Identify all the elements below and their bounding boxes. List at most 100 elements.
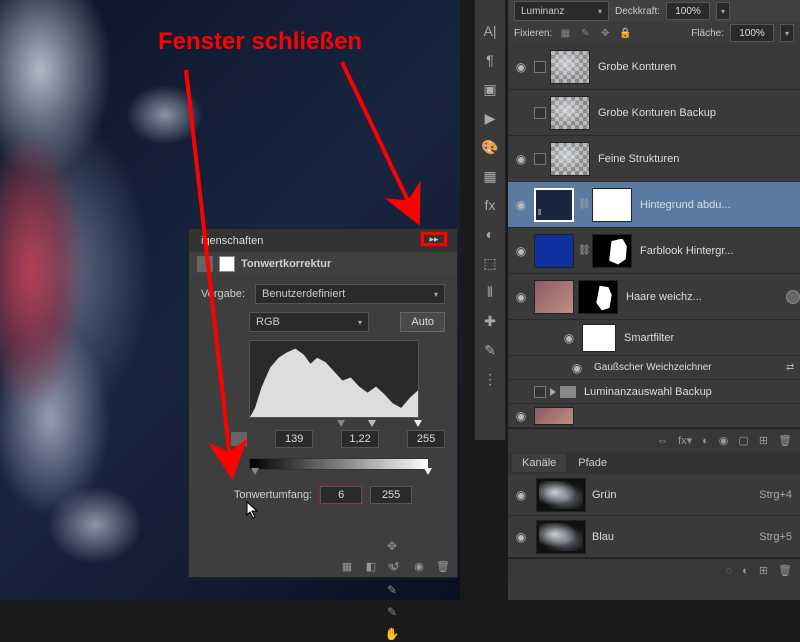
trash-icon[interactable]: 🗑 (778, 564, 792, 577)
visibility-toggle[interactable]: ◉ (560, 331, 578, 345)
output-slider[interactable] (249, 470, 429, 478)
output-black-field[interactable]: 6 (320, 486, 362, 504)
opacity-arrow[interactable]: ▾ (716, 2, 730, 20)
layer-row[interactable]: ◉ ⫴ ⛓ Hintegrund abdu... (508, 182, 800, 228)
expand-icon[interactable] (550, 388, 556, 396)
layer-thumb[interactable] (550, 96, 590, 130)
layer-row[interactable]: ◉ Grobe Konturen (508, 44, 800, 90)
output-white-handle[interactable] (424, 468, 432, 475)
navigator-icon[interactable]: ⬚ (480, 254, 500, 272)
output-white-field[interactable]: 255 (370, 486, 412, 504)
layer-name[interactable]: Hintegrund abdu... (636, 199, 800, 211)
lock-position-icon[interactable]: ✥ (598, 26, 612, 40)
visibility-toggle[interactable]: ◉ (512, 290, 530, 304)
group-icon[interactable]: ▢ (738, 434, 748, 447)
trash-icon[interactable]: 🗑 (435, 559, 451, 573)
link-icon[interactable]: ⛓ (578, 199, 588, 210)
mask-add-icon[interactable]: ◐ (702, 435, 709, 447)
layer-checkbox[interactable] (534, 153, 546, 165)
mask-thumb[interactable] (592, 234, 632, 268)
visibility-toggle[interactable]: ◉ (512, 488, 530, 502)
channel-thumb[interactable] (536, 478, 586, 512)
channel-thumb[interactable] (536, 520, 586, 554)
adjustment-thumb[interactable] (534, 234, 574, 268)
layer-row[interactable]: ◉ Haare weichz... (508, 274, 800, 320)
visibility-toggle[interactable]: ◉ (512, 60, 530, 74)
gamma-handle[interactable] (368, 420, 376, 427)
filter-mask-thumb[interactable] (582, 324, 616, 352)
blend-mode-dropdown[interactable]: Luminanz (514, 1, 609, 21)
black-point-handle[interactable] (337, 420, 345, 427)
lock-transparency-icon[interactable]: ▦ (558, 26, 572, 40)
gray-eyedropper-icon[interactable]: ✎ (384, 582, 400, 598)
actions-icon[interactable]: ▶ (480, 109, 500, 127)
output-gradient[interactable] (249, 458, 429, 470)
load-selection-icon[interactable]: ◌ (726, 565, 733, 577)
layer-checkbox[interactable] (534, 61, 546, 73)
sample-icon[interactable]: ✥ (384, 538, 400, 554)
channel-name[interactable]: Blau (592, 531, 753, 543)
histogram[interactable] (249, 340, 419, 418)
info-icon[interactable]: ✚ (480, 312, 500, 330)
channel-row[interactable]: ◉ Grün Strg+4 (508, 474, 800, 516)
save-selection-icon[interactable]: ◐ (742, 565, 749, 577)
layer-name[interactable]: Feine Strukturen (594, 153, 800, 165)
styles-icon[interactable]: fx (480, 196, 500, 214)
link-icon[interactable]: ⛓ (578, 245, 588, 256)
layer-checkbox[interactable] (534, 107, 546, 119)
fx-indicator[interactable] (786, 290, 800, 304)
reset-icon[interactable]: ↺ (387, 559, 403, 573)
brush-icon[interactable]: ✎ (480, 341, 500, 359)
channel-row[interactable]: ◉ Blau Strg+5 (508, 516, 800, 558)
input-white-field[interactable]: 255 (407, 430, 445, 448)
link-layers-icon[interactable]: ⇔ (657, 435, 668, 447)
swatches-icon[interactable]: ▦ (480, 167, 500, 185)
layer-name[interactable]: Haare weichz... (622, 291, 782, 303)
fill-field[interactable]: 100% (730, 24, 774, 42)
smart-object-thumb[interactable] (534, 280, 574, 314)
histogram-icon[interactable]: ⫴ (480, 283, 500, 301)
lock-all-icon[interactable]: 🔒 (618, 26, 632, 40)
layer-name[interactable]: Farblook Hintergr... (636, 245, 800, 257)
output-black-handle[interactable] (251, 468, 259, 475)
layer-thumb[interactable] (550, 50, 590, 84)
channel-name[interactable]: Grün (592, 489, 753, 501)
layer-name[interactable]: Grobe Konturen (594, 61, 800, 73)
layer-name[interactable]: Luminanzauswahl Backup (580, 386, 800, 398)
visibility-toggle[interactable]: ◉ (568, 361, 586, 375)
lock-pixels-icon[interactable]: ✎ (578, 26, 592, 40)
color-icon[interactable]: 🎨 (480, 138, 500, 156)
fx-menu-icon[interactable]: fx▾ (678, 434, 692, 447)
input-gamma-field[interactable]: 1,22 (341, 430, 379, 448)
filter-edit-icon[interactable]: ⇄ (786, 362, 800, 373)
white-eyedropper-icon[interactable]: ✎ (384, 604, 400, 620)
hand-icon[interactable]: ✋ (384, 626, 400, 642)
trash-icon[interactable]: 🗑 (778, 434, 792, 447)
visibility-toggle[interactable]: ◉ (512, 198, 530, 212)
visibility-toggle[interactable]: ◉ (512, 152, 530, 166)
character-icon[interactable]: A| (480, 22, 500, 40)
visibility-toggle[interactable]: ◉ (512, 530, 530, 544)
layer-row-partial[interactable]: ◉ (508, 404, 800, 428)
visibility-icon[interactable]: ◉ (411, 559, 427, 573)
collapse-panel-button[interactable]: ▸▸ (421, 232, 447, 246)
previous-icon[interactable]: ◧ (363, 559, 379, 573)
adjustment-thumb[interactable]: ⫴ (534, 188, 574, 222)
new-layer-icon[interactable]: ⊞ (759, 434, 768, 447)
visibility-toggle[interactable]: ◉ (512, 409, 530, 423)
opacity-field[interactable]: 100% (666, 2, 710, 20)
clip-icon[interactable]: ▦ (339, 559, 355, 573)
mask-thumb[interactable] (578, 280, 618, 314)
layer-row[interactable]: Luminanzauswahl Backup (508, 380, 800, 404)
layer-row[interactable]: ◉ Gaußscher Weichzeichner ⇄ (508, 356, 800, 380)
layer-name[interactable]: Grobe Konturen Backup (594, 107, 800, 119)
channel-dropdown[interactable]: RGB (249, 312, 369, 332)
auto-button[interactable]: Auto (400, 312, 445, 332)
layer-row[interactable]: Grobe Konturen Backup (508, 90, 800, 136)
mask-icon[interactable] (219, 256, 235, 272)
properties-tab[interactable]: igenschaften (195, 235, 269, 247)
input-slider[interactable] (249, 422, 419, 430)
filter-name[interactable]: Gaußscher Weichzeichner (590, 362, 782, 373)
input-black-field[interactable]: 139 (275, 430, 313, 448)
brushpresets-icon[interactable]: ⋮ (480, 370, 500, 388)
